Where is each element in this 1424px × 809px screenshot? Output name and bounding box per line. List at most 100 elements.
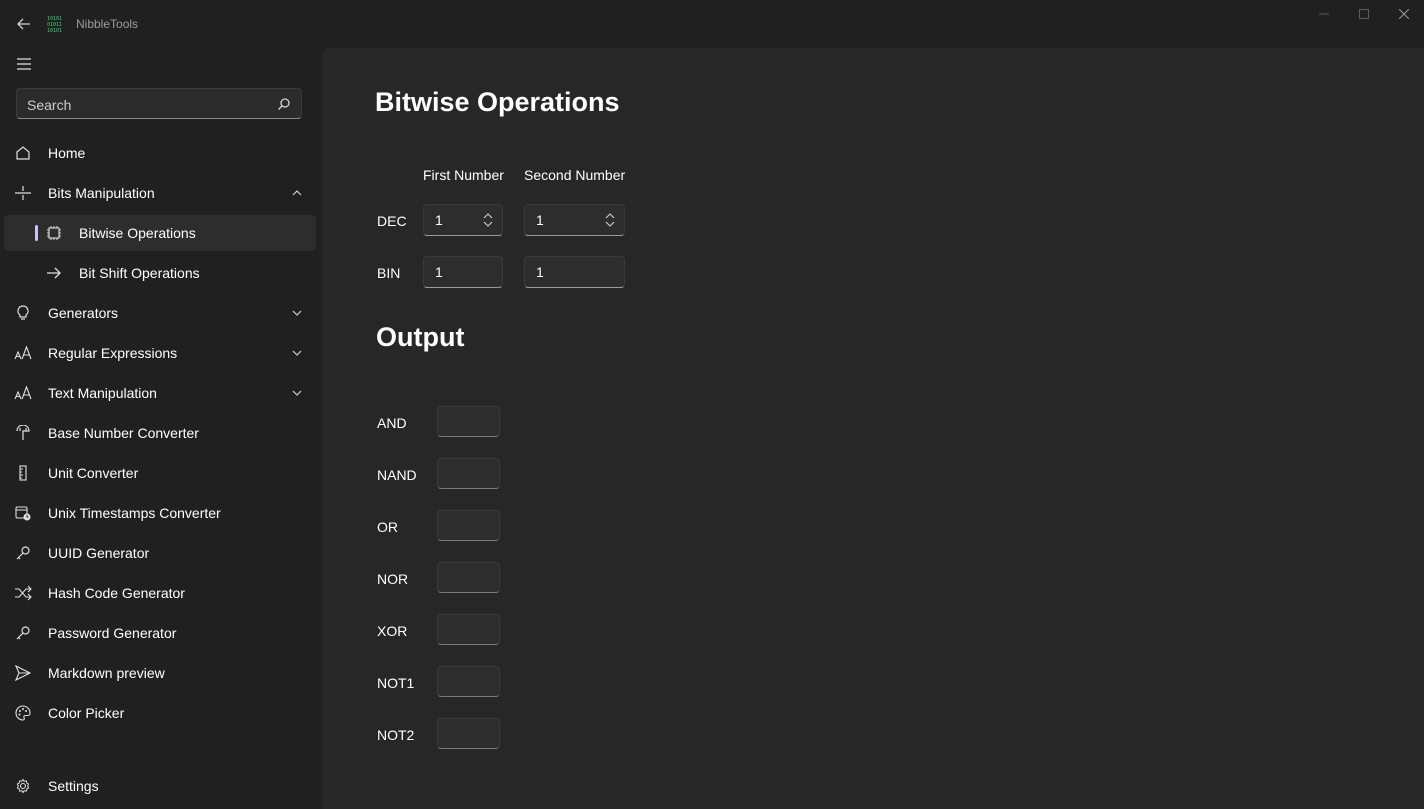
lightbulb-icon <box>14 304 32 322</box>
pivot-icon <box>14 424 32 442</box>
first-number-header: First Number <box>423 167 504 183</box>
send-icon <box>14 664 32 682</box>
nor-label: NOR <box>377 571 409 587</box>
sidebar-item-label: Markdown preview <box>48 665 165 681</box>
output-title: Output <box>376 322 465 352</box>
chevron-up-icon <box>292 190 302 196</box>
key-icon <box>14 624 32 642</box>
close-button[interactable] <box>1384 0 1424 28</box>
minimize-icon <box>1319 13 1329 15</box>
bin-second-value: 1 <box>536 264 544 280</box>
sidebar-item-bitwise-operations[interactable]: Bitwise Operations <box>4 215 316 251</box>
sidebar-item-unit-converter[interactable]: Unit Converter <box>4 455 316 491</box>
sidebar-item-label: Regular Expressions <box>48 345 178 361</box>
selection-indicator <box>35 225 38 241</box>
search-input[interactable] <box>17 89 279 120</box>
spin-updown-icon[interactable] <box>604 213 616 227</box>
home-icon <box>14 144 32 162</box>
bin-first-value: 1 <box>435 264 443 280</box>
not1-label: NOT1 <box>377 675 415 691</box>
or-label: OR <box>377 519 398 535</box>
sidebar-item-label: Generators <box>48 305 119 321</box>
sidebar-item-label: Hash Code Generator <box>48 585 185 601</box>
sidebar-item-color-picker[interactable]: Color Picker <box>4 695 316 731</box>
sidebar-item-base-number-converter[interactable]: Base Number Converter <box>4 415 316 451</box>
svg-text:10101: 10101 <box>47 28 62 33</box>
and-output-box[interactable] <box>437 406 500 437</box>
sidebar-item-password-generator[interactable]: Password Generator <box>4 615 316 651</box>
minimize-button[interactable] <box>1304 0 1344 28</box>
not2-output-box[interactable] <box>437 718 500 749</box>
back-arrow-icon <box>17 18 30 30</box>
key-icon <box>14 544 32 562</box>
sidebar-item-label: Bit Shift Operations <box>79 265 200 281</box>
app-title: NibbleTools <box>76 17 139 31</box>
bits-icon <box>14 184 32 202</box>
sidebar-item-text-manipulation[interactable]: Text Manipulation <box>4 375 316 411</box>
search-box <box>16 88 302 120</box>
menu-toggle-button[interactable] <box>8 50 40 78</box>
dec-second-number-box[interactable]: 1 <box>524 204 625 236</box>
chip-icon <box>45 224 63 242</box>
dec-label: DEC <box>377 213 407 229</box>
dec-first-number-box[interactable]: 1 <box>423 204 503 236</box>
arrow-right-icon <box>45 264 63 282</box>
ruler-icon <box>14 464 32 482</box>
sidebar-item-label: Text Manipulation <box>48 385 157 401</box>
sidebar-item-uuid-generator[interactable]: UUID Generator <box>4 535 316 571</box>
title-bar: 10101 01011 10101 NibbleTools <box>0 0 1424 48</box>
second-number-header: Second Number <box>524 167 626 183</box>
chevron-down-icon <box>292 310 302 316</box>
search-icon[interactable] <box>277 97 291 111</box>
nand-output-box[interactable] <box>437 458 500 489</box>
sidebar-item-unix-timestamps-converter[interactable]: Unix Timestamps Converter <box>4 495 316 531</box>
gear-icon <box>14 777 32 795</box>
nand-label: NAND <box>377 467 417 483</box>
sidebar-item-label: Password Generator <box>48 625 177 641</box>
shuffle-icon <box>14 584 32 602</box>
sidebar-item-label: Base Number Converter <box>48 425 199 441</box>
not2-label: NOT2 <box>377 727 415 743</box>
maximize-icon <box>1359 9 1369 19</box>
xor-output-box[interactable] <box>437 614 500 645</box>
sidebar-item-regular-expressions[interactable]: Regular Expressions <box>4 335 316 371</box>
hamburger-icon <box>17 58 31 70</box>
nor-output-box[interactable] <box>437 562 500 593</box>
palette-icon <box>14 704 32 722</box>
sidebar-item-label: Settings <box>48 778 99 794</box>
sidebar-item-bit-shift-operations[interactable]: Bit Shift Operations <box>4 255 316 291</box>
bin-second-number-box[interactable]: 1 <box>524 256 625 288</box>
app-logo-icon: 10101 01011 10101 <box>47 16 62 33</box>
or-output-box[interactable] <box>437 510 500 541</box>
back-button[interactable] <box>10 10 38 38</box>
bin-label: BIN <box>377 265 401 281</box>
dec-second-value: 1 <box>536 212 544 228</box>
sidebar-item-bits-manipulation[interactable]: Bits Manipulation <box>4 175 316 211</box>
sidebar-item-label: Unit Converter <box>48 465 139 481</box>
sidebar-item-generators[interactable]: Generators <box>4 295 316 331</box>
sidebar-item-settings[interactable]: Settings <box>4 768 316 804</box>
dec-first-value: 1 <box>435 212 443 228</box>
sidebar-item-label: Bitwise Operations <box>79 225 196 241</box>
page-title: Bitwise Operations <box>375 87 620 117</box>
sidebar-item-hash-code-generator[interactable]: Hash Code Generator <box>4 575 316 611</box>
sidebar-item-label: Home <box>48 145 86 161</box>
spin-updown-icon[interactable] <box>482 213 494 227</box>
bin-first-number-box[interactable]: 1 <box>423 256 503 288</box>
maximize-button[interactable] <box>1344 0 1384 28</box>
and-label: AND <box>377 415 407 431</box>
sidebar-item-label: Color Picker <box>48 705 125 721</box>
close-icon <box>1399 9 1409 19</box>
sidebar-item-label: UUID Generator <box>48 545 150 561</box>
xor-label: XOR <box>377 623 408 639</box>
font-size-icon <box>14 344 32 362</box>
calendar-clock-icon <box>14 504 32 522</box>
chevron-down-icon <box>292 390 302 396</box>
font-size-icon <box>14 384 32 402</box>
not1-output-box[interactable] <box>437 666 500 697</box>
sidebar-item-label: Bits Manipulation <box>48 185 155 201</box>
sidebar-item-markdown-preview[interactable]: Markdown preview <box>4 655 316 691</box>
main-content: Bitwise Operations First Number Second N… <box>322 48 1424 809</box>
sidebar-item-home[interactable]: Home <box>4 135 316 171</box>
sidebar-item-label: Unix Timestamps Converter <box>48 505 221 521</box>
